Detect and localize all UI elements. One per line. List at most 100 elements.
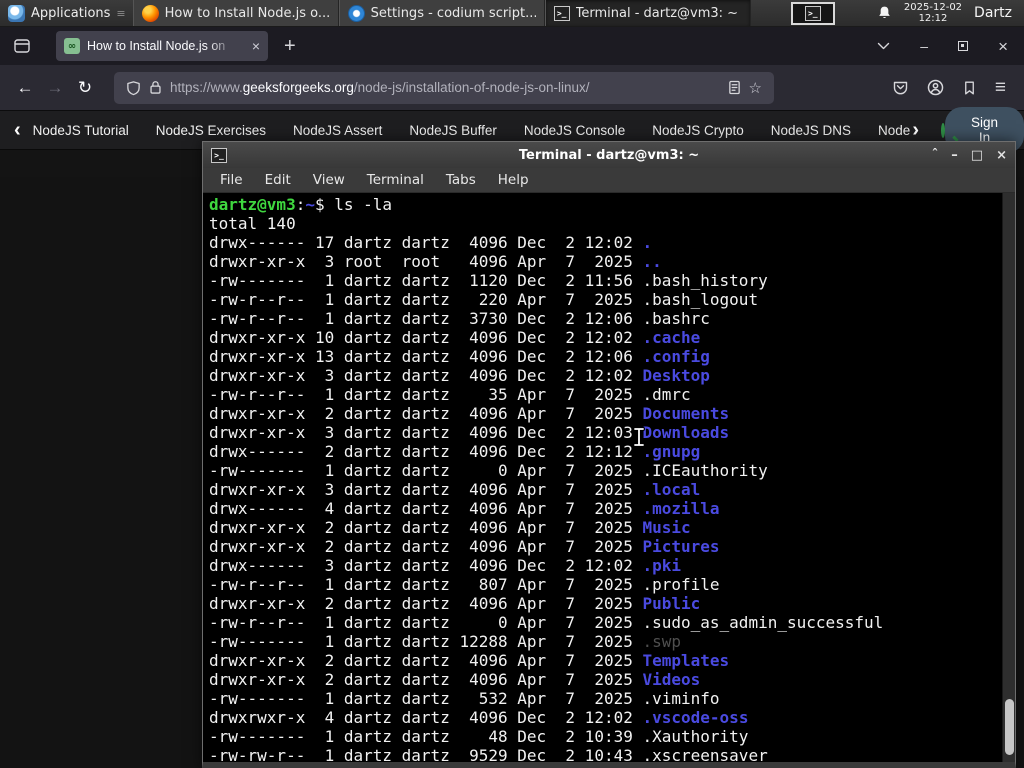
terminal-line: drwxr-xr-x 2 dartz dartz 4096 Apr 7 2025… xyxy=(209,518,691,537)
url-domain: geeksforgeeks.org xyxy=(242,80,354,95)
xfce-logo-icon xyxy=(8,4,25,22)
nav-link-nodejs-dns[interactable]: NodeJS DNS xyxy=(771,123,851,138)
terminal-line: drwxr-xr-x 3 dartz dartz 4096 Dec 2 12:0… xyxy=(209,366,710,385)
forward-button[interactable]: → xyxy=(40,73,70,103)
terminal-window-controls: ˆ – □ × xyxy=(932,149,1007,162)
terminal-menubar: File Edit View Terminal Tabs Help xyxy=(203,168,1015,193)
menu-icon[interactable]: ≡ xyxy=(995,77,1006,99)
terminal-line: drwxr-xr-x 2 dartz dartz 4096 Apr 7 2025… xyxy=(209,651,730,670)
terminal-line: -rw-r--r-- 1 dartz dartz 3730 Dec 2 12:0… xyxy=(209,309,710,328)
taskbar-button-label: Terminal - dartz@vm3: ~ xyxy=(575,5,739,21)
pocket-icon[interactable] xyxy=(892,80,909,96)
terminal-output: dartz@vm3:~$ ls -la total 140 drwx------ 1… xyxy=(203,193,1015,762)
terminal-line: drwxr-xr-x 10 dartz dartz 4096 Dec 2 12:… xyxy=(209,328,701,347)
terminal-content[interactable]: dartz@vm3:~$ ls -la total 140 drwx------ 1… xyxy=(203,193,1015,762)
applications-menu[interactable]: Applications ≡ xyxy=(0,0,133,26)
close-button[interactable]: × xyxy=(996,149,1007,162)
terminal-line: drwx------ 2 dartz dartz 4096 Dec 2 12:1… xyxy=(209,442,701,461)
terminal-menu-view[interactable]: View xyxy=(304,170,354,190)
clock[interactable]: 2025-12-02 12:12 xyxy=(904,2,962,24)
terminal-icon: >_ xyxy=(804,5,821,21)
nav-link-nodejs-assert[interactable]: NodeJS Assert xyxy=(293,123,382,138)
maximize-button[interactable] xyxy=(958,41,969,51)
terminal-line: -rw------- 1 dartz dartz 1120 Dec 2 11:5… xyxy=(209,271,768,290)
terminal-line: total 140 xyxy=(209,214,296,233)
lock-icon[interactable] xyxy=(149,80,162,95)
nav-scroll-left-icon[interactable]: ‹ xyxy=(14,120,21,140)
terminal-menu-terminal[interactable]: Terminal xyxy=(358,170,433,190)
workspace-switcher[interactable]: >_ xyxy=(790,1,835,25)
terminal-menu-tabs[interactable]: Tabs xyxy=(437,170,485,190)
nav-link-node[interactable]: Node xyxy=(878,123,910,138)
minimize-button[interactable]: – xyxy=(951,149,958,162)
user-menu[interactable]: Dartz xyxy=(974,5,1016,21)
terminal-window: >_ Terminal - dartz@vm3: ~ ˆ – □ × File E… xyxy=(202,141,1016,768)
taskbar: How to Install Node.js o... Settings - co… xyxy=(132,0,751,26)
url-bar[interactable]: https://www.geeksforgeeks.org/node-js/in… xyxy=(114,71,774,104)
tracking-protection-shield-icon[interactable] xyxy=(126,80,141,96)
terminal-line: -rw-r--r-- 1 dartz dartz 220 Apr 7 2025 … xyxy=(209,290,759,309)
terminal-line: drwxr-xr-x 3 root root 4096 Apr 7 2025 .… xyxy=(209,252,662,271)
tab-title: How to Install Node.js on xyxy=(87,39,226,53)
taskbar-button-label: How to Install Node.js o... xyxy=(164,5,330,21)
minimize-button[interactable]: – xyxy=(920,39,928,53)
search-icon[interactable] xyxy=(941,122,945,138)
nav-scroll-right-icon[interactable]: › xyxy=(912,120,919,140)
terminal-line: drwx------ 17 dartz dartz 4096 Dec 2 12:… xyxy=(209,233,653,252)
taskbar-button-terminal[interactable]: >_ Terminal - dartz@vm3: ~ xyxy=(544,0,751,26)
terminal-line: -rw-r--r-- 1 dartz dartz 0 Apr 7 2025 .s… xyxy=(209,613,884,632)
extensions-icon[interactable] xyxy=(962,80,977,96)
back-button[interactable]: ← xyxy=(10,73,40,103)
terminal-title: Terminal - dartz@vm3: ~ xyxy=(518,147,700,163)
terminal-line: -rw------- 1 dartz dartz 12288 Apr 7 202… xyxy=(209,632,682,651)
terminal-line: drwxr-xr-x 3 dartz dartz 4096 Apr 7 2025… xyxy=(209,480,701,499)
terminal-menu-edit[interactable]: Edit xyxy=(256,170,300,190)
system-tray: 2025-12-02 12:12 Dartz xyxy=(877,2,1024,24)
terminal-scrollbar[interactable] xyxy=(1002,193,1015,762)
terminal-titlebar[interactable]: >_ Terminal - dartz@vm3: ~ ˆ – □ × xyxy=(203,142,1015,168)
terminal-line: drwx------ 4 dartz dartz 4096 Apr 7 2025… xyxy=(209,499,720,518)
tab-close-icon[interactable]: × xyxy=(252,39,260,53)
reload-button[interactable]: ↻ xyxy=(70,73,100,103)
nav-link-nodejs-exercises[interactable]: NodeJS Exercises xyxy=(156,123,266,138)
shade-button[interactable]: ˆ xyxy=(932,149,939,162)
site-nav-links: NodeJS Tutorial NodeJS Exercises NodeJS As… xyxy=(33,123,911,138)
nav-link-nodejs-buffer[interactable]: NodeJS Buffer xyxy=(409,123,497,138)
terminal-line: drwx------ 3 dartz dartz 4096 Dec 2 12:0… xyxy=(209,556,682,575)
terminal-menu-file[interactable]: File xyxy=(211,170,252,190)
tab-bar: ∞ How to Install Node.js on × + – × xyxy=(0,27,1024,65)
applications-label: Applications xyxy=(31,5,111,21)
desktop: Applications ≡ How to Install Node.js o.… xyxy=(0,0,1024,768)
reader-mode-icon[interactable] xyxy=(728,80,741,95)
bookmark-star-icon[interactable]: ☆ xyxy=(749,79,762,97)
geeksforgeeks-favicon: ∞ xyxy=(64,38,80,54)
terminal-line: drwxr-xr-x 2 dartz dartz 4096 Apr 7 2025… xyxy=(209,594,701,613)
terminal-line: -rw-rw-r-- 1 dartz dartz 9529 Dec 2 10:4… xyxy=(209,746,768,762)
taskbar-button-firefox[interactable]: How to Install Node.js o... xyxy=(132,0,339,26)
nav-link-nodejs-tutorial[interactable]: NodeJS Tutorial xyxy=(33,123,129,138)
taskbar-button-label: Settings - codium script... xyxy=(370,5,536,21)
terminal-line: dartz@vm3:~$ ls -la xyxy=(209,195,393,214)
codium-icon xyxy=(347,4,365,22)
list-all-tabs-icon[interactable] xyxy=(877,42,890,50)
account-icon[interactable] xyxy=(927,79,944,96)
nav-link-nodejs-console[interactable]: NodeJS Console xyxy=(524,123,625,138)
firefox-view-button[interactable] xyxy=(10,34,34,58)
firefox-icon xyxy=(141,4,159,22)
scrollbar-thumb[interactable] xyxy=(1005,699,1014,755)
terminal-line: -rw------- 1 dartz dartz 532 Apr 7 2025 … xyxy=(209,689,720,708)
notification-bell-icon[interactable] xyxy=(877,5,892,21)
browser-tab[interactable]: ∞ How to Install Node.js on × xyxy=(56,31,268,61)
terminal-line: drwxr-xr-x 2 dartz dartz 4096 Apr 7 2025… xyxy=(209,404,730,423)
top-panel: Applications ≡ How to Install Node.js o.… xyxy=(0,0,1024,27)
close-button[interactable]: × xyxy=(998,38,1008,55)
terminal-menu-help[interactable]: Help xyxy=(489,170,538,190)
window-controls: – × xyxy=(877,38,1014,55)
new-tab-button[interactable]: + xyxy=(278,35,302,58)
terminal-line: drwxr-xr-x 2 dartz dartz 4096 Apr 7 2025… xyxy=(209,537,720,556)
nav-link-nodejs-crypto[interactable]: NodeJS Crypto xyxy=(652,123,744,138)
terminal-line: -rw------- 1 dartz dartz 48 Dec 2 10:39 … xyxy=(209,727,749,746)
maximize-button[interactable]: □ xyxy=(971,149,983,162)
panel-handle-icon: ≡ xyxy=(116,6,125,20)
taskbar-button-codium[interactable]: Settings - codium script... xyxy=(338,0,545,26)
